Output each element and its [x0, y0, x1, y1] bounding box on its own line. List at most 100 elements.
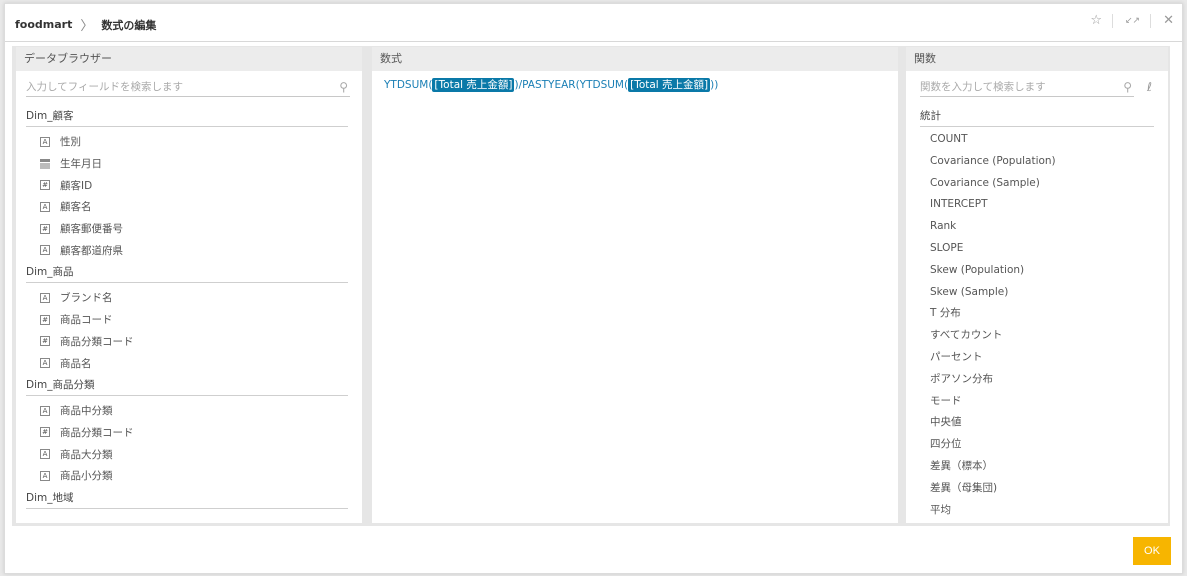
text-icon: A — [40, 470, 50, 481]
field-item[interactable]: A 商品小分類 — [26, 465, 348, 487]
number-icon: # — [40, 180, 50, 191]
formula-text: YTDSUM( — [384, 79, 433, 91]
field-item[interactable]: A 顧客都道府県 — [26, 239, 348, 261]
data-browser-title: データブラウザー — [16, 47, 362, 71]
breadcrumb-app[interactable]: foodmart — [15, 18, 72, 31]
field-item[interactable]: A 商品名 — [26, 352, 348, 374]
field-label: 商品名 — [60, 357, 92, 370]
function-item[interactable]: モード — [920, 391, 1154, 413]
data-browser-panel: データブラウザー 入力してフィールドを検索します ⚲ Dim_顧客 A 性別生年月日… — [16, 47, 362, 523]
number-icon: # — [40, 427, 50, 438]
function-item[interactable]: すべてカウント — [920, 325, 1154, 347]
field-label: 顧客ID — [60, 179, 93, 192]
dialog-title: 数式の編集 — [101, 18, 157, 32]
function-item[interactable]: Skew (Sample) — [920, 282, 1154, 304]
function-item[interactable]: T 分布 — [920, 303, 1154, 325]
function-category[interactable]: 統計 — [920, 105, 1154, 127]
formula-editor[interactable]: YTDSUM([Total 売上金額])/PASTYEAR(YTDSUM([To… — [384, 77, 718, 92]
field-item[interactable]: # 商品コード — [26, 309, 348, 331]
function-item[interactable]: 四分位 — [920, 434, 1154, 456]
field-group[interactable]: Dim_商品分類 — [26, 374, 348, 396]
formula-title: 数式 — [372, 47, 898, 71]
text-icon: A — [40, 245, 50, 256]
field-item[interactable]: A 商品大分類 — [26, 443, 348, 465]
ok-button[interactable]: OK — [1133, 537, 1171, 565]
field-item[interactable]: A 商品中分類 — [26, 400, 348, 422]
close-icon[interactable]: ✕ — [1163, 13, 1174, 28]
field-item[interactable]: # 顧客郵便番号 — [26, 218, 348, 240]
function-item[interactable]: 差異（母集団) — [920, 478, 1154, 500]
field-label: 顧客都道府県 — [60, 244, 123, 257]
field-search-placeholder: 入力してフィールドを検索します — [26, 81, 183, 93]
field-tree: Dim_顧客 A 性別生年月日 # 顧客ID A 顧客名 # 顧客郵便番号 A 顧客都道府県 Dim_… — [26, 105, 348, 517]
formula-text: )/PASTYEAR(YTDSUM( — [514, 79, 629, 91]
function-list: 統計 COUNT Covariance (Population) Covarianc… — [920, 105, 1154, 517]
field-label: 商品小分類 — [60, 470, 113, 483]
field-label: 顧客名 — [60, 201, 92, 214]
function-item[interactable]: Rank — [920, 216, 1154, 238]
number-icon: # — [40, 314, 50, 325]
field-token[interactable]: [Total 売上金額] — [628, 78, 711, 92]
field-item[interactable]: A ブランド名 — [26, 287, 348, 309]
field-item[interactable]: # 顧客ID — [26, 174, 348, 196]
function-item[interactable]: 平均 — [920, 500, 1154, 517]
dialog-header: foodmart 〉 数式の編集 ☆ ↙↗ ✕ — [5, 4, 1182, 42]
breadcrumb-separator: 〉 — [80, 19, 94, 34]
field-item[interactable]: 生年月日 — [26, 153, 348, 175]
star-icon[interactable]: ☆ — [1090, 13, 1102, 28]
function-items: COUNT Covariance (Population) Covariance (… — [920, 129, 1154, 517]
function-item[interactable]: Covariance (Population) — [920, 151, 1154, 173]
field-label: ブランド名 — [60, 292, 113, 305]
number-icon: # — [40, 336, 50, 347]
field-label: 商品分類コード — [60, 426, 134, 439]
field-label: 性別 — [60, 136, 81, 149]
field-item[interactable]: A 顧客名 — [26, 196, 348, 218]
text-icon: A — [40, 292, 50, 303]
text-icon: A — [40, 136, 50, 147]
field-label: 地域ID — [60, 516, 92, 517]
function-item[interactable]: INTERCEPT — [920, 194, 1154, 216]
breadcrumb: foodmart 〉 数式の編集 — [15, 15, 156, 34]
formula-text: )) — [710, 79, 719, 91]
field-item[interactable]: #地域ID — [26, 513, 348, 517]
field-label: 商品中分類 — [60, 405, 113, 418]
function-item[interactable]: パーセント — [920, 347, 1154, 369]
search-icon[interactable]: ⚲ — [1123, 77, 1132, 97]
text-icon: A — [40, 201, 50, 212]
text-icon: A — [40, 405, 50, 416]
search-icon[interactable]: ⚲ — [339, 77, 348, 97]
function-item[interactable]: 中央値 — [920, 412, 1154, 434]
field-search-input[interactable]: 入力してフィールドを検索します ⚲ — [26, 77, 350, 97]
header-actions: ☆ ↙↗ ✕ — [1078, 13, 1174, 28]
field-group[interactable]: Dim_顧客 — [26, 105, 348, 127]
function-help-icon[interactable]: ℓ — [1147, 80, 1152, 94]
function-item[interactable]: COUNT — [920, 129, 1154, 151]
functions-panel: 関数 関数を入力して検索します ⚲ ℓ 統計 COUNT Covariance (… — [906, 47, 1168, 523]
number-icon: # — [40, 223, 50, 234]
function-item[interactable]: Skew (Population) — [920, 260, 1154, 282]
function-item[interactable]: 差異（標本） — [920, 456, 1154, 478]
calendar-icon — [40, 158, 50, 169]
field-item[interactable]: # 商品分類コード — [26, 331, 348, 353]
header-divider — [1112, 13, 1113, 28]
collapse-icon[interactable]: ↙↗ — [1125, 16, 1140, 26]
field-token[interactable]: [Total 売上金額] — [432, 78, 515, 92]
field-label: 商品分類コード — [60, 335, 134, 348]
field-item[interactable]: # 商品分類コード — [26, 422, 348, 444]
text-icon: A — [40, 358, 50, 369]
header-divider — [1150, 13, 1152, 28]
text-icon: A — [40, 449, 50, 460]
field-item[interactable]: A 性別 — [26, 131, 348, 153]
function-item[interactable]: SLOPE — [920, 238, 1154, 260]
field-group[interactable]: Dim_地域 — [26, 487, 348, 509]
field-label: 生年月日 — [60, 158, 102, 171]
field-group[interactable]: Dim_商品 — [26, 261, 348, 284]
field-label: 商品コード — [60, 314, 113, 327]
formula-panel: 数式 YTDSUM([Total 売上金額])/PASTYEAR(YTDSUM(… — [372, 47, 898, 523]
function-search-placeholder: 関数を入力して検索します — [920, 81, 1046, 93]
functions-title: 関数 — [906, 47, 1168, 71]
field-label: 商品大分類 — [60, 448, 113, 461]
function-search-input[interactable]: 関数を入力して検索します ⚲ — [920, 77, 1134, 97]
function-item[interactable]: Covariance (Sample) — [920, 173, 1154, 195]
function-item[interactable]: ポアソン分布 — [920, 369, 1154, 391]
